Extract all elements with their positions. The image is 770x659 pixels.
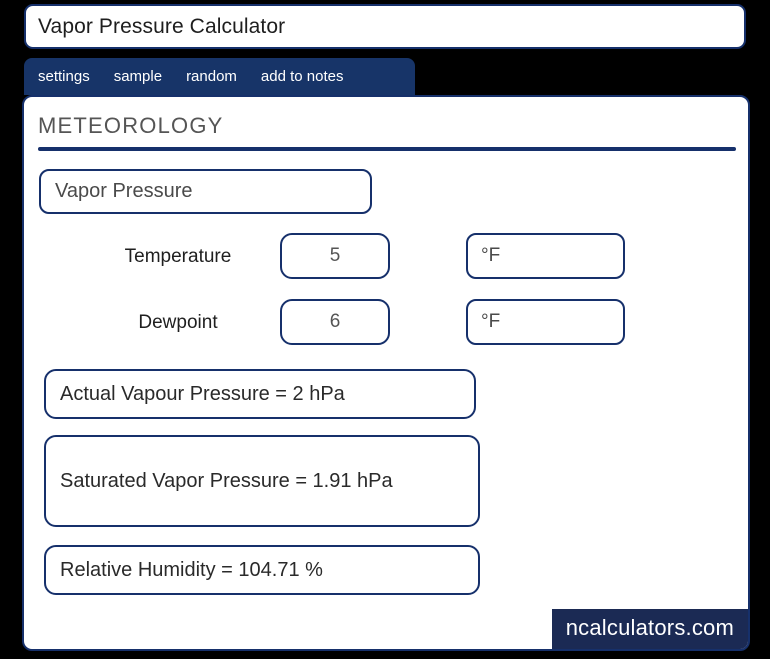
page-title: Vapor Pressure Calculator [38,14,286,38]
dewpoint-unit-select[interactable]: °F [466,299,625,345]
tab-bar: settings sample random add to notes [24,58,415,95]
dewpoint-label: Dewpoint [138,312,218,333]
dewpoint-input[interactable]: 6 [280,299,390,345]
result-actual-vapour-pressure: Actual Vapour Pressure = 2 hPa [44,369,476,419]
calculator-panel: METEOROLOGY Vapor Pressure Temperature 5… [22,95,750,651]
window-title-bar: Vapor Pressure Calculator [24,4,746,49]
result-saturated-vapor-pressure-text: Saturated Vapor Pressure = 1.91 hPa [60,470,393,492]
result-relative-humidity: Relative Humidity = 104.71 % [44,545,480,595]
temperature-input[interactable]: 5 [280,233,390,279]
tab-sample[interactable]: sample [114,68,162,85]
result-relative-humidity-text: Relative Humidity = 104.71 % [60,559,323,581]
dewpoint-unit-value: °F [481,311,501,332]
dewpoint-value: 6 [329,311,341,332]
section-divider [38,147,736,151]
temperature-unit-value: °F [481,245,501,266]
calculator-type-select[interactable]: Vapor Pressure [39,169,372,214]
result-actual-vapour-pressure-text: Actual Vapour Pressure = 2 hPa [60,383,345,405]
calculator-type-value: Vapor Pressure [55,180,193,202]
site-watermark: ncalculators.com [551,609,748,649]
temperature-unit-select[interactable]: °F [466,233,625,279]
temperature-value: 5 [329,245,341,266]
tab-settings[interactable]: settings [38,68,90,85]
section-header: METEOROLOGY [38,113,736,151]
input-row-dewpoint: Dewpoint 6 °F [24,299,748,347]
temperature-label: Temperature [124,246,232,267]
input-row-temperature: Temperature 5 °F [24,233,748,281]
result-saturated-vapor-pressure: Saturated Vapor Pressure = 1.91 hPa [44,435,480,527]
section-title: METEOROLOGY [38,113,224,138]
tab-add-to-notes[interactable]: add to notes [261,68,344,85]
tab-random[interactable]: random [186,68,237,85]
